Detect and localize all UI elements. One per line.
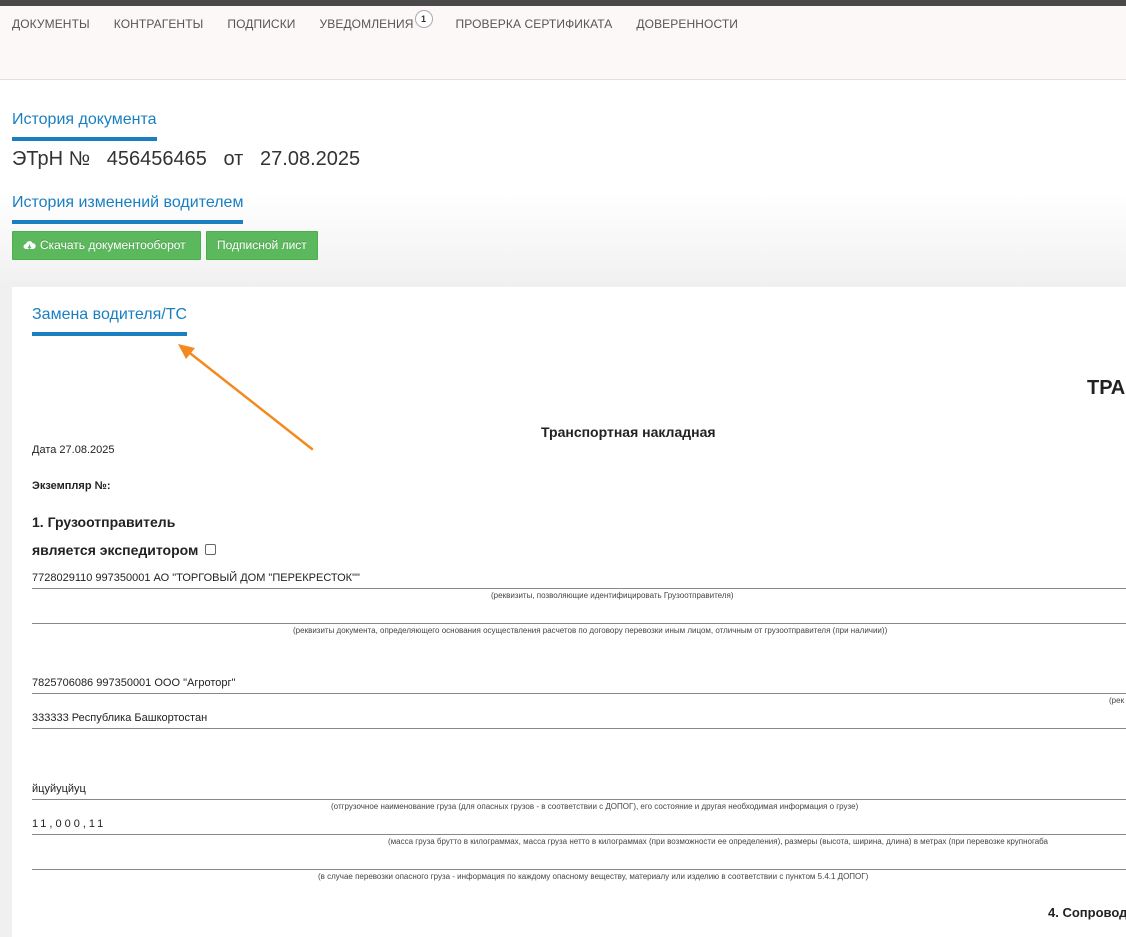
orange-arrow-annotation bbox=[178, 344, 314, 451]
